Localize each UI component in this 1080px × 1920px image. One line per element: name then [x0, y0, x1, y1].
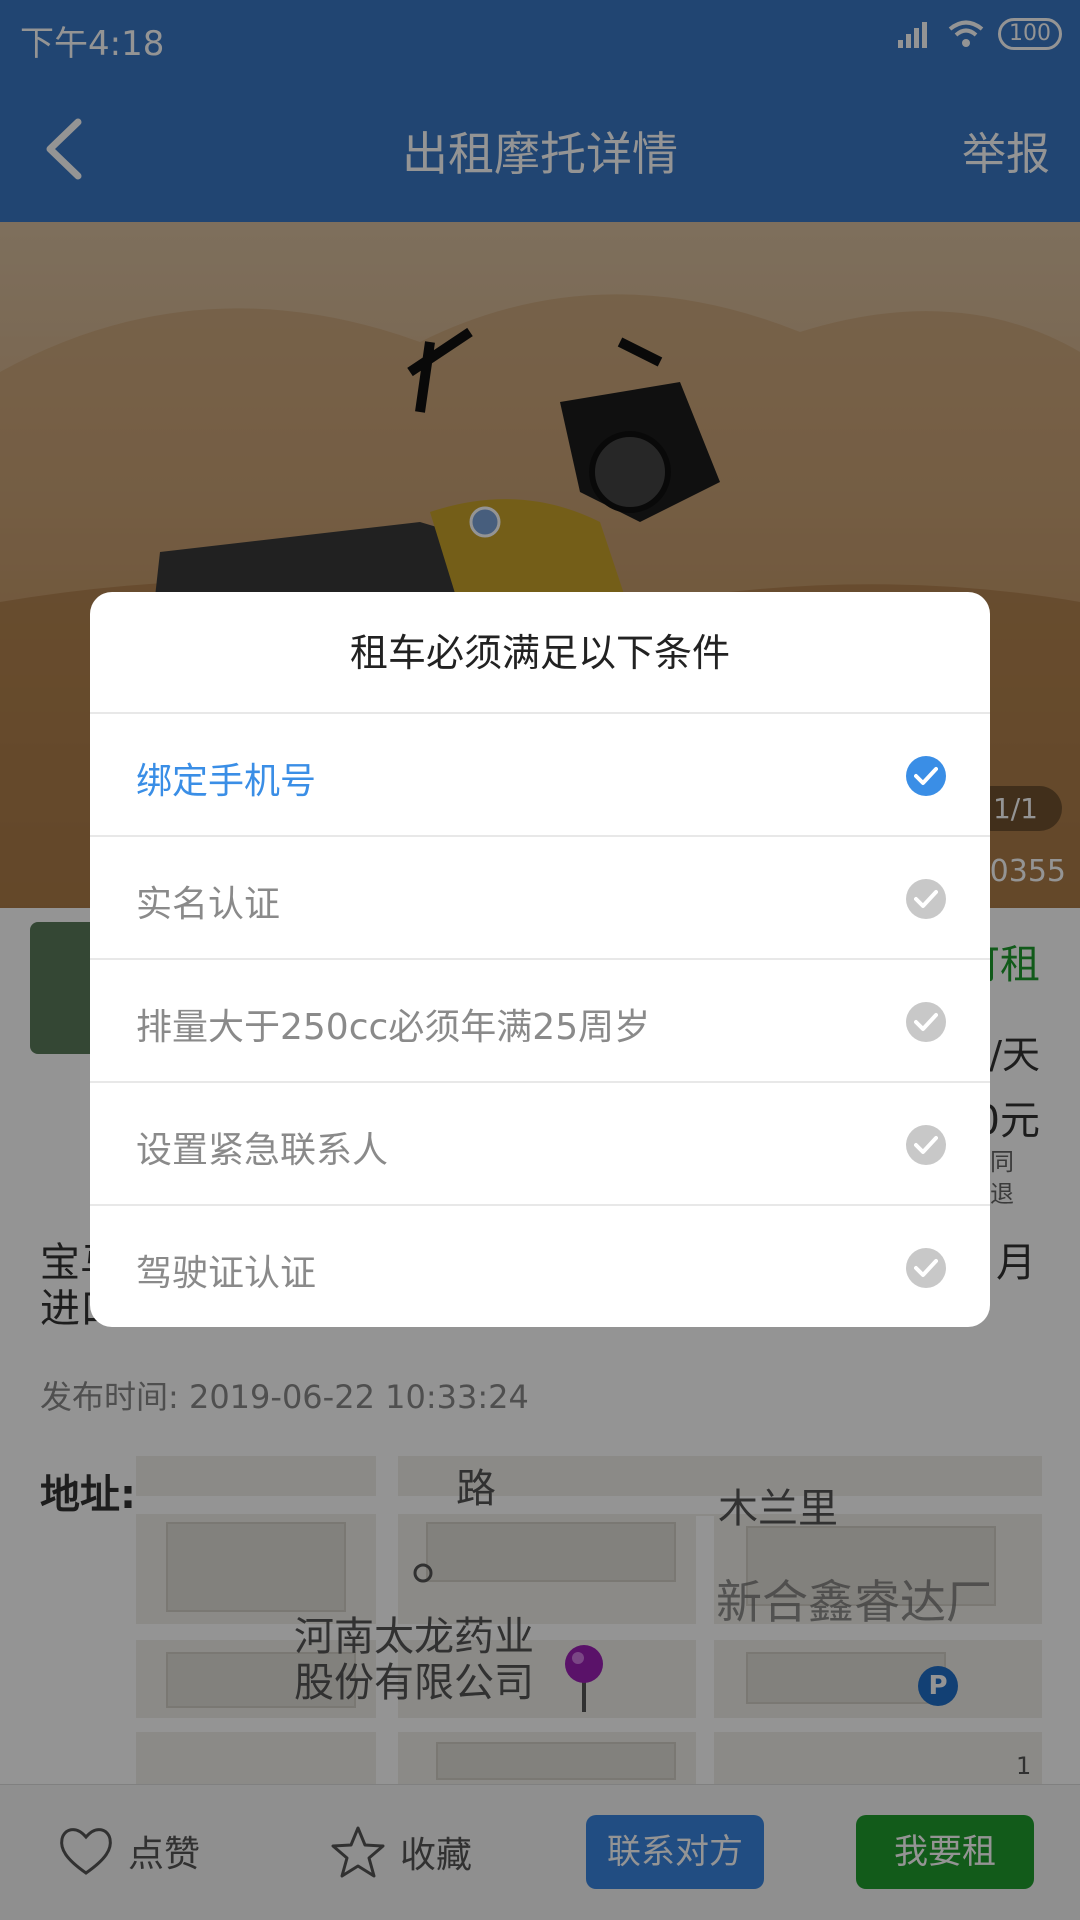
condition-row-license[interactable]: 驾驶证认证	[90, 1206, 990, 1327]
check-icon	[906, 1125, 946, 1165]
check-icon	[906, 1002, 946, 1042]
dialog-title: 租车必须满足以下条件	[90, 592, 990, 714]
check-icon	[906, 879, 946, 919]
condition-row-real-name[interactable]: 实名认证	[90, 837, 990, 960]
condition-row-age[interactable]: 排量大于250cc必须年满25周岁	[90, 960, 990, 1083]
check-icon	[906, 756, 946, 796]
condition-row-bind-phone[interactable]: 绑定手机号	[90, 714, 990, 837]
condition-label: 实名认证	[136, 884, 281, 925]
condition-row-emergency-contact[interactable]: 设置紧急联系人	[90, 1083, 990, 1206]
condition-label: 驾驶证认证	[136, 1253, 317, 1294]
condition-label: 排量大于250cc必须年满25周岁	[136, 1007, 651, 1048]
condition-label: 绑定手机号	[136, 761, 317, 802]
rental-conditions-dialog: 租车必须满足以下条件 绑定手机号 实名认证 排量大于250cc必须年满25周岁 …	[90, 592, 990, 1327]
condition-label: 设置紧急联系人	[136, 1130, 389, 1171]
check-icon	[906, 1248, 946, 1288]
